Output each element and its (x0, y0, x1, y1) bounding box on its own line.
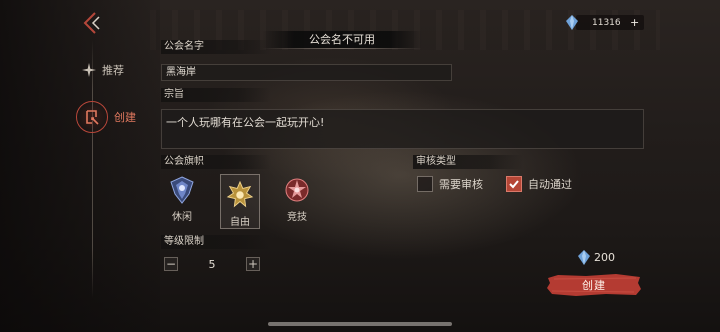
create-icon-ring (76, 101, 108, 133)
review-type-label: 审核类型 (413, 155, 523, 169)
flag-label: 公会旗帜 (161, 155, 271, 169)
review-option-auto[interactable]: 自动通过 (506, 176, 572, 192)
nav-divider (92, 40, 93, 298)
guild-name-input[interactable]: 黑海岸 (161, 64, 452, 81)
guild-name-label: 公会名字 (161, 40, 271, 54)
home-indicator (268, 322, 452, 326)
auto-approve-label: 自动通过 (528, 178, 572, 191)
back-button[interactable] (80, 10, 104, 36)
nav-item-create-label: 创建 (114, 111, 136, 124)
dialog-title: 公会名不可用 (262, 31, 422, 48)
free-flag-icon (226, 181, 254, 208)
manual-review-label: 需要审核 (439, 178, 483, 191)
motto-label: 宗旨 (161, 88, 271, 102)
level-decrease-button[interactable]: − (164, 257, 178, 271)
nav-item-recommend[interactable]: 推荐 (82, 62, 124, 78)
create-icon (86, 110, 99, 125)
title-underline (262, 48, 422, 49)
currency-amount: 11316 (592, 17, 621, 28)
create-guild-button[interactable]: 创建 (546, 273, 642, 297)
level-increase-button[interactable]: + (246, 257, 260, 271)
crystal-icon (566, 15, 578, 30)
flag-compete-label: 竞技 (287, 212, 307, 223)
currency-display: 11316 + (566, 14, 644, 31)
flag-leisure-label: 休闲 (172, 212, 192, 223)
manual-review-checkbox[interactable] (417, 176, 433, 192)
review-option-manual[interactable]: 需要审核 (417, 176, 483, 192)
auto-approve-checkbox[interactable] (506, 176, 522, 192)
sparkle-icon (82, 63, 96, 77)
create-cost: 200 (578, 250, 615, 265)
nav-item-create[interactable]: 创建 (76, 101, 136, 133)
flag-option-free[interactable]: 自由 (220, 174, 260, 229)
nav-item-recommend-label: 推荐 (102, 64, 124, 77)
flag-free-label: 自由 (230, 217, 250, 228)
level-stepper: − 5 + (164, 257, 260, 271)
cost-amount: 200 (594, 251, 615, 264)
back-arrow-icon (83, 12, 100, 34)
crystal-icon (578, 250, 590, 265)
checkmark-icon (509, 180, 519, 189)
create-button-label: 创建 (582, 279, 606, 292)
level-limit-label: 等级限制 (161, 235, 271, 249)
level-value: 5 (208, 257, 216, 271)
compete-flag-icon (285, 178, 309, 202)
flag-option-compete[interactable]: 竞技 (277, 176, 317, 228)
add-currency-button[interactable]: + (630, 16, 639, 29)
leisure-flag-icon (170, 176, 194, 204)
motto-input[interactable]: 一个人玩哪有在公会一起玩开心! (161, 109, 644, 149)
flag-option-leisure[interactable]: 休闲 (162, 176, 202, 228)
